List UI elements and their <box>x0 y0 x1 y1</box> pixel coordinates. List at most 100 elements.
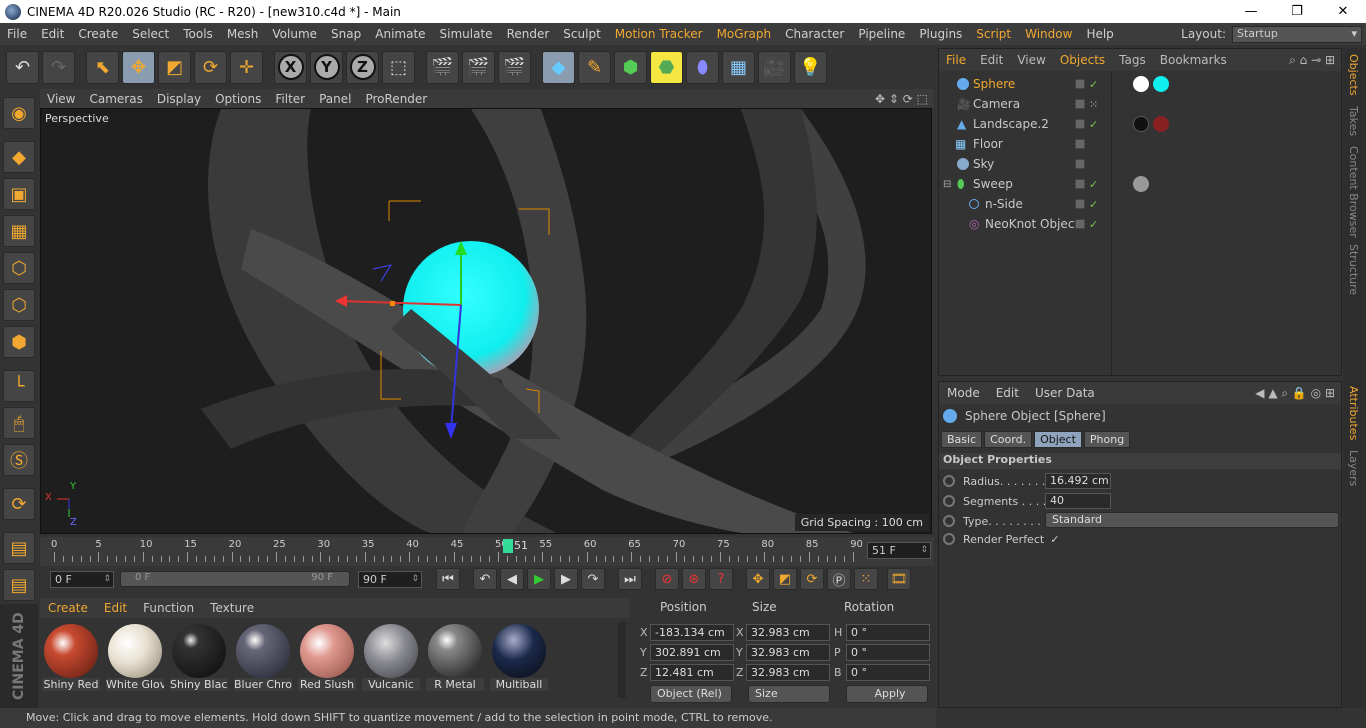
planar-workplane-button[interactable]: ▤ <box>3 569 35 601</box>
vtab-takes[interactable]: Takes <box>1347 106 1360 136</box>
object-row-sky[interactable]: Sky <box>939 154 1341 174</box>
live-selection-tool[interactable]: ⬉ <box>86 50 119 84</box>
workplane-mode-button[interactable]: ▦ <box>3 215 35 247</box>
workplane-lock-button[interactable]: ▤ <box>3 532 35 564</box>
viewport-nav-icons[interactable]: ✥ ⇕ ⟳ ⬚ <box>875 92 934 106</box>
attributes-menu-edit[interactable]: Edit <box>988 386 1027 400</box>
menu-simulate[interactable]: Simulate <box>433 27 500 41</box>
polygons-mode-button[interactable]: ⬢ <box>3 326 35 358</box>
rot-h-field[interactable]: 0 ° <box>846 624 930 641</box>
solo-button[interactable]: Ⓢ <box>3 444 35 476</box>
size-z-field[interactable]: 32.983 cm <box>746 664 830 681</box>
material-tag-icon[interactable] <box>1133 76 1149 92</box>
menu-sculpt[interactable]: Sculpt <box>556 27 607 41</box>
segments-field[interactable]: 40 <box>1045 493 1111 509</box>
material-item[interactable]: Shiny Black <box>170 622 228 694</box>
attributes-menu-mode[interactable]: Mode <box>939 386 988 400</box>
layout-dropdown[interactable]: Startup <box>1232 25 1362 43</box>
menu-render[interactable]: Render <box>500 27 557 41</box>
tweak-mode-button[interactable]: 🖱 <box>3 407 35 439</box>
object-row-neoknot[interactable]: ◎ NeoKnot Object ✓ <box>939 214 1341 234</box>
vtab-objects[interactable]: Objects <box>1347 54 1360 96</box>
search-icon[interactable]: ⌕ ⌂ ⊸ ⊞ <box>1289 53 1341 68</box>
attributes-nav-icons[interactable]: ◀ ▲ ⌕ 🔒 ◎ ⊞ <box>1255 386 1341 401</box>
viewport-menu-display[interactable]: Display <box>150 92 208 106</box>
expand-icon[interactable]: ⊟ <box>943 179 951 190</box>
points-mode-button[interactable]: ⬡ <box>3 252 35 284</box>
material-menu-create[interactable]: Create <box>40 601 96 615</box>
model-mode-button[interactable]: ◆ <box>3 141 35 173</box>
viewport-menu-cameras[interactable]: Cameras <box>82 92 149 106</box>
record-scale-button[interactable]: ◩ <box>773 568 797 590</box>
viewport-menu-filter[interactable]: Filter <box>268 92 312 106</box>
subdivision-surface-button[interactable]: ⬢ <box>614 50 647 84</box>
pos-z-field[interactable]: 12.481 cm <box>650 664 734 681</box>
next-frame-button[interactable]: ▶ <box>554 568 578 590</box>
playhead[interactable] <box>503 539 513 553</box>
coordinate-mode-dropdown[interactable]: Object (Rel) <box>650 685 732 703</box>
viewport-menu-options[interactable]: Options <box>208 92 268 106</box>
material-item[interactable]: Shiny Red <box>42 622 100 694</box>
previous-frame-button[interactable]: ◀ <box>500 568 524 590</box>
object-row-sweep[interactable]: ⊟ ⬮ Sweep ✓ <box>939 174 1341 194</box>
x-axis-lock-button[interactable]: X <box>274 50 307 84</box>
texture-mode-button[interactable]: ▣ <box>3 178 35 210</box>
go-to-end-button[interactable]: ⏭ <box>618 568 642 590</box>
go-to-start-button[interactable]: ⏮ <box>436 568 460 590</box>
tab-object[interactable]: Object <box>1034 431 1082 448</box>
min-time-field[interactable]: 0 F <box>50 570 114 588</box>
autokeying-button[interactable]: ⊛ <box>682 568 706 590</box>
menu-file[interactable]: File <box>0 27 34 41</box>
menu-mograph[interactable]: MoGraph <box>710 27 779 41</box>
menu-character[interactable]: Character <box>778 27 851 41</box>
tab-phong[interactable]: Phong <box>1083 431 1131 448</box>
make-editable-button[interactable]: ◉ <box>3 97 35 129</box>
material-tag-icon[interactable] <box>1133 116 1149 132</box>
previous-key-button[interactable]: ↶ <box>473 568 497 590</box>
axis-mode-button[interactable]: └ <box>3 370 35 402</box>
material-item[interactable]: Bluer Chro <box>234 622 292 694</box>
objects-menu-bookmarks[interactable]: Bookmarks <box>1153 53 1234 67</box>
preview-range-slider[interactable]: 0 F 90 F <box>120 571 350 587</box>
material-menu-texture[interactable]: Texture <box>202 601 262 615</box>
menu-select[interactable]: Select <box>125 27 176 41</box>
material-tag-icon[interactable] <box>1133 176 1149 192</box>
object-row-n-side[interactable]: n-Side ✓ <box>939 194 1341 214</box>
floor-environment-button[interactable]: ▦ <box>722 50 755 84</box>
material-menu-edit[interactable]: Edit <box>96 601 135 615</box>
timeline-ruler[interactable]: 0 5 10 15 20 25 30 35 40 45 50 55 60 65 70 75 80 85 90 51 … <box>40 537 934 566</box>
menu-motion-tracker[interactable]: Motion Tracker <box>608 27 710 41</box>
render-perfect-anim-icon[interactable] <box>943 533 955 545</box>
material-menu-function[interactable]: Function <box>135 601 202 615</box>
rotate-tool[interactable]: ⟳ <box>194 50 227 84</box>
object-row-sphere[interactable]: Sphere ✓ <box>939 74 1341 94</box>
render-view-button[interactable]: 🎬 <box>426 50 459 84</box>
size-x-field[interactable]: 32.983 cm <box>746 624 830 641</box>
maximize-button[interactable]: ❐ <box>1274 4 1320 19</box>
render-perfect-checkbox[interactable]: ✓ <box>1050 533 1059 546</box>
tab-coord[interactable]: Coord. <box>984 431 1033 448</box>
coordinate-system-button[interactable]: ⬚ <box>382 50 415 84</box>
current-frame-field[interactable]: 51 F <box>867 542 931 559</box>
max-time-field[interactable]: 90 F <box>358 570 422 588</box>
menu-animate[interactable]: Animate <box>368 27 432 41</box>
objects-menu-view[interactable]: View <box>1010 53 1052 67</box>
objects-menu-objects[interactable]: Objects <box>1053 53 1112 67</box>
viewport-menu-panel[interactable]: Panel <box>312 92 358 106</box>
rot-b-field[interactable]: 0 ° <box>846 664 930 681</box>
camera-button[interactable]: 🎥 <box>758 50 791 84</box>
rot-p-field[interactable]: 0 ° <box>846 644 930 661</box>
recent-tool[interactable]: ✛ <box>230 50 263 84</box>
deformer-button[interactable]: ⬮ <box>686 50 719 84</box>
minimize-button[interactable]: — <box>1228 4 1274 19</box>
edit-render-settings-button[interactable]: 🎬 <box>498 50 531 84</box>
render-picture-viewer-button[interactable]: 🎬 <box>462 50 495 84</box>
timeline-window-button[interactable]: 🎞 <box>887 568 911 590</box>
record-position-button[interactable]: ✥ <box>746 568 770 590</box>
y-axis-lock-button[interactable]: Y <box>310 50 343 84</box>
objects-menu-tags[interactable]: Tags <box>1112 53 1153 67</box>
z-axis-lock-button[interactable]: Z <box>346 50 379 84</box>
menu-volume[interactable]: Volume <box>265 27 324 41</box>
menu-snap[interactable]: Snap <box>324 27 368 41</box>
menu-pipeline[interactable]: Pipeline <box>851 27 912 41</box>
